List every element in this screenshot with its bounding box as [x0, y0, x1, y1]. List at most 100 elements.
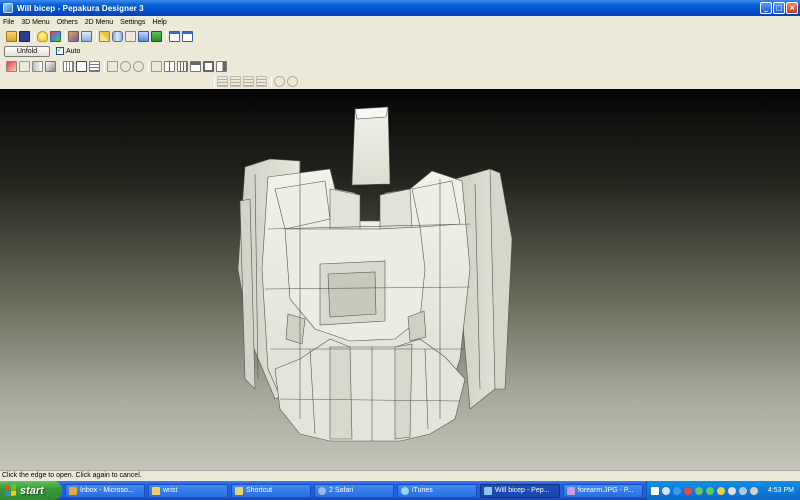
flip-icon[interactable]: [32, 60, 43, 72]
toolbar-separator: [214, 75, 215, 87]
task-shortcut[interactable]: Shortcut: [231, 483, 311, 498]
pin-icon[interactable]: [138, 30, 149, 42]
system-tray: 4:53 PM: [646, 481, 800, 500]
task-pepakura[interactable]: Will bicep - Pep...: [480, 483, 560, 498]
menu-bar: File 3D Menu Others 2D Menu Settings Hel…: [0, 16, 800, 28]
image-viewer-icon: [567, 486, 575, 495]
task-outlook[interactable]: Inbox - Microso...: [65, 483, 145, 498]
task-forearm[interactable]: forearm.JPG - P...: [563, 483, 643, 498]
bars-icon[interactable]: [177, 60, 188, 72]
window-right-icon[interactable]: [182, 30, 193, 42]
folder-icon: [235, 486, 243, 495]
bicep-3d-model[interactable]: [0, 89, 800, 470]
undo-icon[interactable]: [133, 60, 144, 72]
anchor-icon[interactable]: [125, 30, 136, 42]
align-center-icon[interactable]: [230, 75, 241, 87]
antivirus-tray-icon[interactable]: [684, 486, 692, 495]
toolbar-separator: [271, 75, 272, 87]
minimize-button[interactable]: _: [760, 2, 772, 14]
toolbar-separator: [96, 30, 97, 42]
box-icon[interactable]: [203, 60, 214, 72]
paint-icon[interactable]: [68, 30, 79, 42]
3d-viewport[interactable]: [0, 89, 800, 470]
align-justify-icon[interactable]: [256, 75, 267, 87]
auto-label: Auto: [66, 47, 81, 55]
pepakura-app-icon[interactable]: [3, 3, 13, 13]
pencil-icon[interactable]: [99, 30, 110, 42]
shield-tray-icon[interactable]: [717, 486, 725, 495]
task-itunes[interactable]: iTunes: [397, 483, 477, 498]
toolbar-separator: [34, 30, 35, 42]
windows-flag-icon: [5, 484, 16, 497]
close-button[interactable]: ×: [786, 2, 798, 14]
start-button[interactable]: start: [0, 481, 62, 500]
main-toolbar: [6, 29, 195, 43]
envelope-icon[interactable]: [81, 30, 92, 42]
align-toolbar: [212, 74, 300, 88]
edge-icon[interactable]: [45, 60, 56, 72]
itunes-icon: [401, 486, 409, 495]
check-icon[interactable]: [151, 60, 162, 72]
rotate-part-icon[interactable]: [120, 60, 131, 72]
menu-3d[interactable]: 3D Menu: [21, 19, 49, 26]
toolbar-separator: [60, 60, 61, 72]
printer-tray-icon[interactable]: [750, 486, 758, 495]
menu-file[interactable]: File: [3, 19, 14, 26]
column-icon[interactable]: [216, 60, 227, 72]
maximize-button[interactable]: □: [773, 2, 785, 14]
rotate-ccw-icon[interactable]: [274, 75, 285, 87]
auto-checkbox[interactable]: [56, 46, 64, 55]
volume-tray-icon[interactable]: [695, 486, 703, 495]
toolbar-separator: [166, 30, 167, 42]
update-tray-icon[interactable]: [728, 486, 736, 495]
layout-icon[interactable]: [190, 60, 201, 72]
align-left-icon[interactable]: [217, 75, 228, 87]
clock[interactable]: 4:53 PM: [768, 487, 794, 494]
menu-help[interactable]: Help: [152, 19, 166, 26]
open-folder-icon[interactable]: [6, 30, 17, 42]
window-title: Will bicep - Pepakura Designer 3: [17, 3, 144, 13]
edit-toolbar: [6, 59, 800, 73]
bulb-icon[interactable]: [37, 30, 48, 42]
join-icon[interactable]: [107, 60, 118, 72]
rotate-cw-icon[interactable]: [287, 75, 298, 87]
task-label: 2 Safari: [329, 487, 354, 494]
help-tray-icon[interactable]: [651, 486, 659, 495]
outlook-icon: [69, 486, 77, 495]
align-right-icon[interactable]: [243, 75, 254, 87]
unfold-button[interactable]: Unfold: [4, 45, 50, 57]
task-label: Inbox - Microso...: [80, 487, 134, 494]
move-icon[interactable]: [6, 60, 17, 72]
save-icon[interactable]: [19, 30, 30, 42]
network-tray-icon[interactable]: [662, 486, 670, 495]
windows-taskbar: start Inbox - Microso... wrist Shortcut …: [0, 481, 800, 500]
window-left-icon[interactable]: [169, 30, 180, 42]
task-wrist[interactable]: wrist: [148, 483, 228, 498]
task-label: wrist: [163, 487, 178, 494]
menu-others[interactable]: Others: [57, 19, 78, 26]
unfold-toolbar: Unfold Auto: [4, 44, 800, 58]
split-icon[interactable]: [164, 60, 175, 72]
grid-icon[interactable]: [63, 60, 74, 72]
folder-icon: [152, 486, 160, 495]
menu-settings[interactable]: Settings: [120, 19, 145, 26]
start-label: start: [20, 484, 44, 497]
task-label: Shortcut: [246, 487, 273, 494]
ie-tray-icon[interactable]: [673, 486, 681, 495]
messenger-tray-icon[interactable]: [706, 486, 714, 495]
cube-icon[interactable]: [50, 30, 61, 42]
title-bar[interactable]: Will bicep - Pepakura Designer 3 _ □ ×: [0, 0, 800, 16]
rotate-icon[interactable]: [19, 60, 30, 72]
status-text: Click the edge to open. Click again to c…: [2, 472, 142, 479]
menu-2d[interactable]: 2D Menu: [85, 19, 113, 26]
pepakura-icon: [484, 486, 492, 495]
task-label: forearm.JPG - P...: [578, 487, 634, 494]
rect-icon[interactable]: [76, 60, 87, 72]
task-label: Will bicep - Pep...: [495, 487, 550, 494]
list-icon[interactable]: [89, 60, 100, 72]
task-safari[interactable]: 2 Safari: [314, 483, 394, 498]
speaker-tray-icon[interactable]: [739, 486, 747, 495]
cylinder-icon[interactable]: [112, 30, 123, 42]
toolbar-separator: [148, 60, 149, 72]
tree-icon[interactable]: [151, 30, 162, 42]
